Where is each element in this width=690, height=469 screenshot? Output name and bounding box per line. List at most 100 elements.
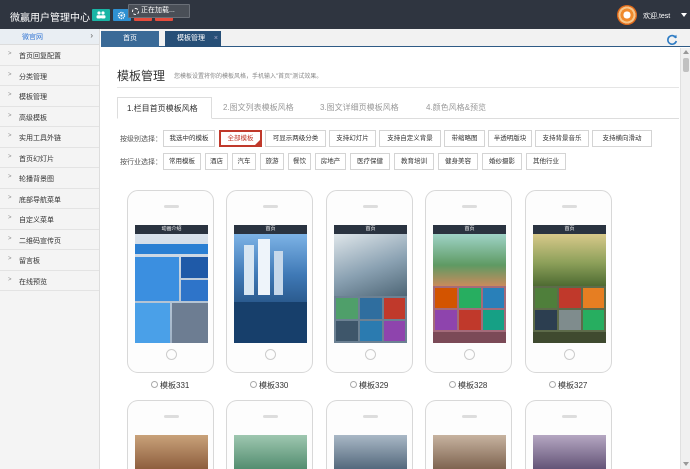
user-welcome[interactable]: 欢迎,test: [643, 11, 670, 21]
template-radio[interactable]: [449, 381, 456, 388]
filter-chip[interactable]: 房地产: [315, 153, 346, 170]
filter-chip[interactable]: 支持幻灯片: [329, 130, 376, 147]
screen-tile: [334, 234, 407, 296]
speaker: [462, 205, 477, 208]
filter-chip[interactable]: 健身美容: [438, 153, 478, 170]
close-icon[interactable]: ×: [214, 31, 218, 46]
template-radio[interactable]: [151, 381, 158, 388]
template-preview-phone[interactable]: [425, 400, 512, 469]
screen-tile: [336, 321, 358, 341]
screen-title: 首页: [234, 225, 307, 234]
chevron-right-icon: >: [8, 174, 12, 180]
template-label[interactable]: 模板331: [160, 380, 189, 391]
screen-tile: [433, 332, 506, 343]
top-bar: 微赢用户管理中心 正在加载... 欢迎,test: [0, 0, 690, 29]
step-tab-detail-template[interactable]: 3.图文详细页模板风格: [311, 97, 415, 119]
screen-tile: [244, 245, 254, 295]
screen-tile: [135, 244, 208, 254]
filter-chip-selected[interactable]: 全部模板: [219, 130, 262, 147]
template-radio[interactable]: [350, 381, 357, 388]
screen-tile: [181, 257, 208, 278]
tab-label: 模板管理: [177, 35, 205, 42]
filter-chip[interactable]: 其他行业: [526, 153, 566, 170]
template-screen: [334, 435, 407, 469]
template-radio[interactable]: [250, 381, 257, 388]
template-preview-phone[interactable]: 首页: [226, 190, 313, 373]
filter-chip[interactable]: 婚纱摄影: [482, 153, 522, 170]
template-preview-phone[interactable]: [127, 400, 214, 469]
filter-chip[interactable]: 教育培训: [394, 153, 434, 170]
sidebar-item-templates[interactable]: > 模板管理: [0, 86, 99, 107]
scroll-thumb[interactable]: [683, 58, 689, 72]
step-tab-list-template[interactable]: 2.图文列表模板风格: [214, 97, 309, 119]
filter-chip[interactable]: 带缩略图: [444, 130, 485, 147]
step-tab-color-preview[interactable]: 4.颜色风格&预览: [417, 97, 507, 119]
speaker: [164, 415, 179, 418]
filter-chip[interactable]: 我选中的模板: [163, 130, 215, 147]
step-tab-home-template[interactable]: 1.栏目首页模板风格: [117, 97, 212, 119]
scroll-down-icon[interactable]: [683, 462, 689, 466]
filter-chip[interactable]: 常用模板: [163, 153, 201, 170]
template-preview-phone[interactable]: 首页: [425, 190, 512, 373]
template-radio[interactable]: [549, 381, 556, 388]
main-content: 模板管理 您模板设置将你的模板风格，手机输入"首页"测试效果。 1.栏目首页模板…: [101, 48, 679, 469]
home-button: [365, 349, 376, 360]
screen-tile: [533, 332, 606, 343]
filter-chip[interactable]: 支持背景音乐: [535, 130, 589, 147]
sidebar-item-categories[interactable]: > 分类管理: [0, 66, 99, 86]
template-label[interactable]: 模板329: [359, 380, 388, 391]
sidebar-item-message-board[interactable]: > 留言板: [0, 250, 99, 271]
tab-template-management[interactable]: 模板管理 ×: [165, 31, 221, 47]
sidebar-item-bottom-nav[interactable]: > 底部导航菜单: [0, 189, 99, 209]
template-label[interactable]: 模板330: [259, 380, 288, 391]
template-preview-phone[interactable]: 动画介绍: [127, 190, 214, 373]
filter-chip[interactable]: 餐饮: [288, 153, 311, 170]
sidebar-item-tools-links[interactable]: > 实用工具外链: [0, 127, 99, 148]
template-preview-phone[interactable]: 首页: [326, 190, 413, 373]
sidebar-item-qrcode-page[interactable]: > 二维码宣传页: [0, 230, 99, 250]
filter-label: 按级别选择：: [120, 136, 162, 143]
template-preview-phone[interactable]: [326, 400, 413, 469]
filter-chip[interactable]: 支持横向滑动: [592, 130, 652, 147]
filter-chip[interactable]: 汽车: [232, 153, 256, 170]
screen-tile: [583, 310, 604, 330]
speaker: [363, 205, 378, 208]
screen-title: 首页: [533, 225, 606, 234]
template-screen: [433, 435, 506, 469]
vertical-scrollbar[interactable]: [680, 48, 690, 469]
filter-chip[interactable]: 半透明版块: [488, 130, 532, 147]
template-preview-phone[interactable]: 首页: [525, 190, 612, 373]
sidebar-item-carousel-bg[interactable]: > 轮播背景图: [0, 168, 99, 189]
chevron-right-icon: >: [8, 256, 12, 262]
template-preview-phone[interactable]: [226, 400, 313, 469]
chevron-right-icon: >: [8, 153, 12, 160]
template-preview-phone[interactable]: [525, 400, 612, 469]
tab-bar: 首页 模板管理 ×: [101, 29, 690, 47]
screen-tile: [559, 310, 581, 330]
sidebar-item-home-reply[interactable]: > 首页回复配置: [0, 45, 99, 66]
page-subtitle: 您模板设置将你的模板风格，手机输入"首页"测试效果。: [174, 74, 323, 80]
avatar[interactable]: [617, 5, 637, 25]
filter-chip[interactable]: 支持自定义背景: [379, 130, 441, 147]
sidebar-item-custom-menu[interactable]: > 自定义菜单: [0, 209, 99, 230]
users-button[interactable]: [92, 9, 110, 21]
sidebar-item-advanced-templates[interactable]: > 高级模板: [0, 107, 99, 127]
refresh-icon[interactable]: [666, 34, 678, 46]
filter-chip[interactable]: 旅游: [260, 153, 284, 170]
chevron-right-icon: >: [8, 71, 12, 78]
scroll-up-icon[interactable]: [683, 50, 689, 54]
filter-chip[interactable]: 可显示两级分类: [265, 130, 326, 147]
chevron-down-icon[interactable]: [681, 13, 687, 17]
sidebar-header[interactable]: 微官网 ›: [0, 29, 99, 45]
screen-tile: [135, 257, 179, 301]
tab-home[interactable]: 首页: [101, 31, 159, 47]
template-screen: 首页: [533, 225, 606, 343]
speaker: [263, 205, 278, 208]
template-label[interactable]: 模板327: [558, 380, 587, 391]
filter-chip[interactable]: 酒店: [205, 153, 228, 170]
sidebar-item-preview[interactable]: > 在线预览: [0, 271, 99, 291]
screen-tile: [172, 303, 208, 343]
filter-chip[interactable]: 医疗保健: [350, 153, 390, 170]
template-label[interactable]: 模板328: [458, 380, 487, 391]
sidebar-item-slideshow[interactable]: > 首页幻灯片: [0, 148, 99, 168]
